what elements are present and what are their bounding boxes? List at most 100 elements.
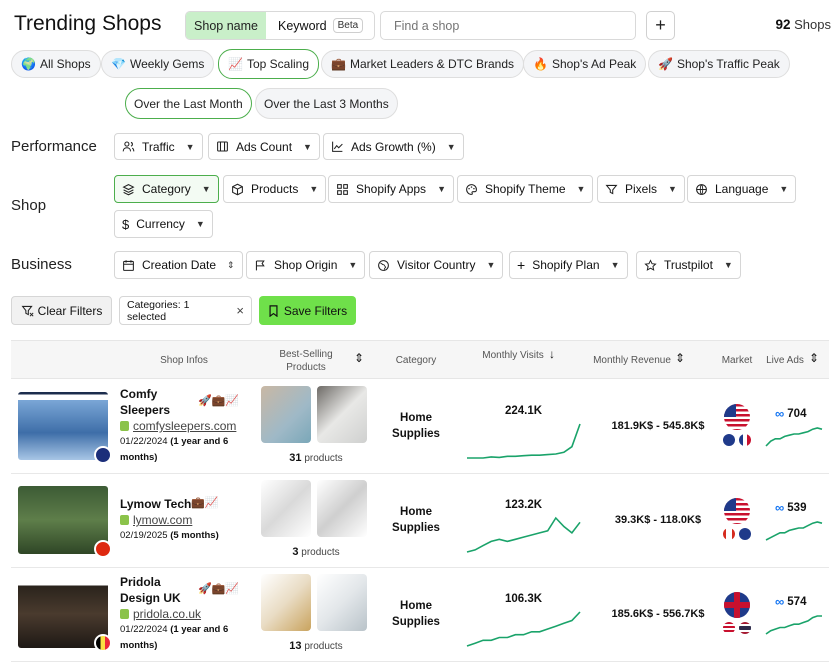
filter-category[interactable]: Category ▼ xyxy=(114,175,219,203)
col-best-selling[interactable]: Best-Selling Products xyxy=(273,348,339,374)
shop-age: (5 months) xyxy=(170,530,219,541)
flag-hk-icon xyxy=(94,540,112,558)
product-image[interactable] xyxy=(317,480,367,537)
products-count: 31 products xyxy=(261,452,371,464)
shop-url: comfysleepers.com xyxy=(133,419,237,433)
meta-icon: ∞ xyxy=(775,406,785,421)
flag-uk-icon xyxy=(739,528,751,540)
filter-label: Shopify Plan xyxy=(532,258,600,272)
sort-updown-icon[interactable]: ⇕ xyxy=(675,352,685,365)
globe-icon xyxy=(696,183,707,195)
shop-url-link[interactable]: comfysleepers.com xyxy=(120,419,236,433)
period-last-month[interactable]: Over the Last Month xyxy=(125,88,252,119)
shop-age-cont: months) xyxy=(120,452,158,463)
flag-th-icon xyxy=(739,622,751,634)
save-filters-button[interactable]: Save Filters xyxy=(259,296,356,325)
sparkline-path xyxy=(466,611,581,647)
search-mode-toggle[interactable]: Shop name Keyword Beta xyxy=(185,11,375,40)
filter-label: Visitor Country xyxy=(397,258,476,272)
monthly-visits: 224.1K xyxy=(504,405,543,417)
visits-sparkline xyxy=(466,516,581,553)
quick-filter-top-scaling[interactable]: 📈 Top Scaling xyxy=(218,49,319,79)
add-button[interactable]: + xyxy=(646,11,675,40)
sparkline-path xyxy=(765,521,823,541)
filter-creation-date[interactable]: Creation Date ⇕ xyxy=(114,251,243,279)
quick-filter-ad-peak[interactable]: 🔥 Shop's Ad Peak xyxy=(523,50,647,78)
flag-icon xyxy=(255,260,265,270)
filter-language[interactable]: Language ▼ xyxy=(687,175,797,203)
table-row[interactable]: Comfy Sleepers 🚀💼📈 comfysleepers.com 01/2… xyxy=(11,380,829,474)
period-last-3-months[interactable]: Over the Last 3 Months xyxy=(255,88,398,119)
live-ads: ∞ 574 xyxy=(775,594,806,609)
filter-pixels[interactable]: Pixels ▼ xyxy=(597,175,685,203)
live-ads-count: 704 xyxy=(787,407,807,420)
filter-shop-origin[interactable]: Shop Origin ▼ xyxy=(246,251,366,279)
product-image[interactable] xyxy=(261,480,311,537)
chevron-down-icon: ▼ xyxy=(610,260,620,270)
filter-label: Ads Count xyxy=(236,139,293,154)
products-count-label: products xyxy=(301,547,340,558)
filter-ads-count[interactable]: Ads Count ▼ xyxy=(208,133,320,160)
category-line1: Home xyxy=(400,600,432,612)
shop-badges-icon: 💼📈 xyxy=(191,497,219,509)
visits-sparkline xyxy=(467,423,581,459)
product-image[interactable] xyxy=(261,386,311,443)
meta-icon: ∞ xyxy=(775,500,785,515)
quick-filter-traffic-peak[interactable]: 🚀 Shop's Traffic Peak xyxy=(648,50,790,78)
meta-icon: ∞ xyxy=(775,594,785,609)
tab-keyword[interactable]: Keyword Beta xyxy=(266,12,364,39)
shop-url-link[interactable]: pridola.co.uk xyxy=(120,607,201,621)
shop-url: pridola.co.uk xyxy=(133,607,202,621)
sort-updown-icon[interactable]: ⇕ xyxy=(354,352,364,365)
quick-filter-weekly-gems[interactable]: 💎 Weekly Gems xyxy=(101,50,215,78)
shop-badges-icon: 🚀💼📈 xyxy=(198,395,240,407)
filter-visitor-country[interactable]: Visitor Country ▼ xyxy=(369,251,504,279)
filter-products[interactable]: Products ▼ xyxy=(223,175,327,203)
col-live-ads[interactable]: Live Ads xyxy=(763,354,807,367)
category-line1: Home xyxy=(400,412,432,424)
briefcase-icon: 💼 xyxy=(331,57,346,71)
filter-trustpilot[interactable]: Trustpilot ▼ xyxy=(636,251,741,279)
filter-shopify-theme[interactable]: Shopify Theme ▼ xyxy=(457,175,594,203)
quick-filter-market-leaders[interactable]: 💼 Market Leaders & DTC Brands xyxy=(321,50,525,78)
col-category: Category xyxy=(395,355,437,366)
shop-name: Pridola Design UK xyxy=(120,574,181,606)
filter-shopify-plan[interactable]: + Shopify Plan ▼ xyxy=(509,251,628,279)
filter-shopify-apps[interactable]: Shopify Apps ▼ xyxy=(328,175,454,203)
tab-shop-name[interactable]: Shop name xyxy=(186,12,266,39)
search-input[interactable] xyxy=(380,11,636,40)
table-row[interactable]: Lymow Tech 💼📈 lymow.com 02/19/2025 (5 mo… xyxy=(11,474,829,568)
chevron-down-icon: ▼ xyxy=(437,184,446,194)
shopify-icon xyxy=(120,421,129,431)
category: Home Supplies xyxy=(376,504,456,536)
flag-us-icon xyxy=(724,404,750,430)
shop-date-value: 01/22/2024 xyxy=(120,624,168,635)
grid-icon xyxy=(337,183,348,195)
col-shop-infos: Shop Infos xyxy=(160,355,208,366)
quick-filter-label: Market Leaders & DTC Brands xyxy=(349,57,515,71)
ads-sparkline xyxy=(765,427,823,447)
product-image[interactable] xyxy=(317,574,367,631)
products-count: 13 products xyxy=(261,640,371,652)
products-count-label: products xyxy=(304,453,343,464)
filter-traffic[interactable]: Traffic ▼ xyxy=(114,133,203,160)
product-image[interactable] xyxy=(261,574,311,631)
shopify-icon xyxy=(120,515,129,525)
quick-filter-all-shops[interactable]: 🌍 All Shops xyxy=(11,50,101,78)
clear-filters-button[interactable]: Clear Filters xyxy=(11,296,112,325)
sort-down-icon[interactable]: ↓ xyxy=(549,348,555,361)
sort-updown-icon[interactable]: ⇕ xyxy=(809,352,819,365)
shop-url-link[interactable]: lymow.com xyxy=(120,513,192,527)
flag-us-icon xyxy=(723,622,735,634)
category: Home Supplies xyxy=(376,410,456,442)
col-monthly-revenue[interactable]: Monthly Revenue xyxy=(587,354,677,367)
filter-currency[interactable]: $ Currency ▼ xyxy=(114,210,213,238)
monthly-revenue: 185.6K$ - 556.7K$ xyxy=(611,608,705,620)
product-image[interactable] xyxy=(317,386,367,443)
chevron-down-icon: ▼ xyxy=(309,184,319,194)
col-monthly-visits[interactable]: Monthly Visits xyxy=(479,349,547,362)
sparkline-path xyxy=(466,516,581,553)
table-row[interactable]: Pridola Design UK 🚀💼📈 pridola.co.uk 01/22… xyxy=(11,568,829,662)
filter-ads-growth[interactable]: Ads Growth (%) ▼ xyxy=(323,133,464,160)
close-icon[interactable]: × xyxy=(236,303,244,318)
